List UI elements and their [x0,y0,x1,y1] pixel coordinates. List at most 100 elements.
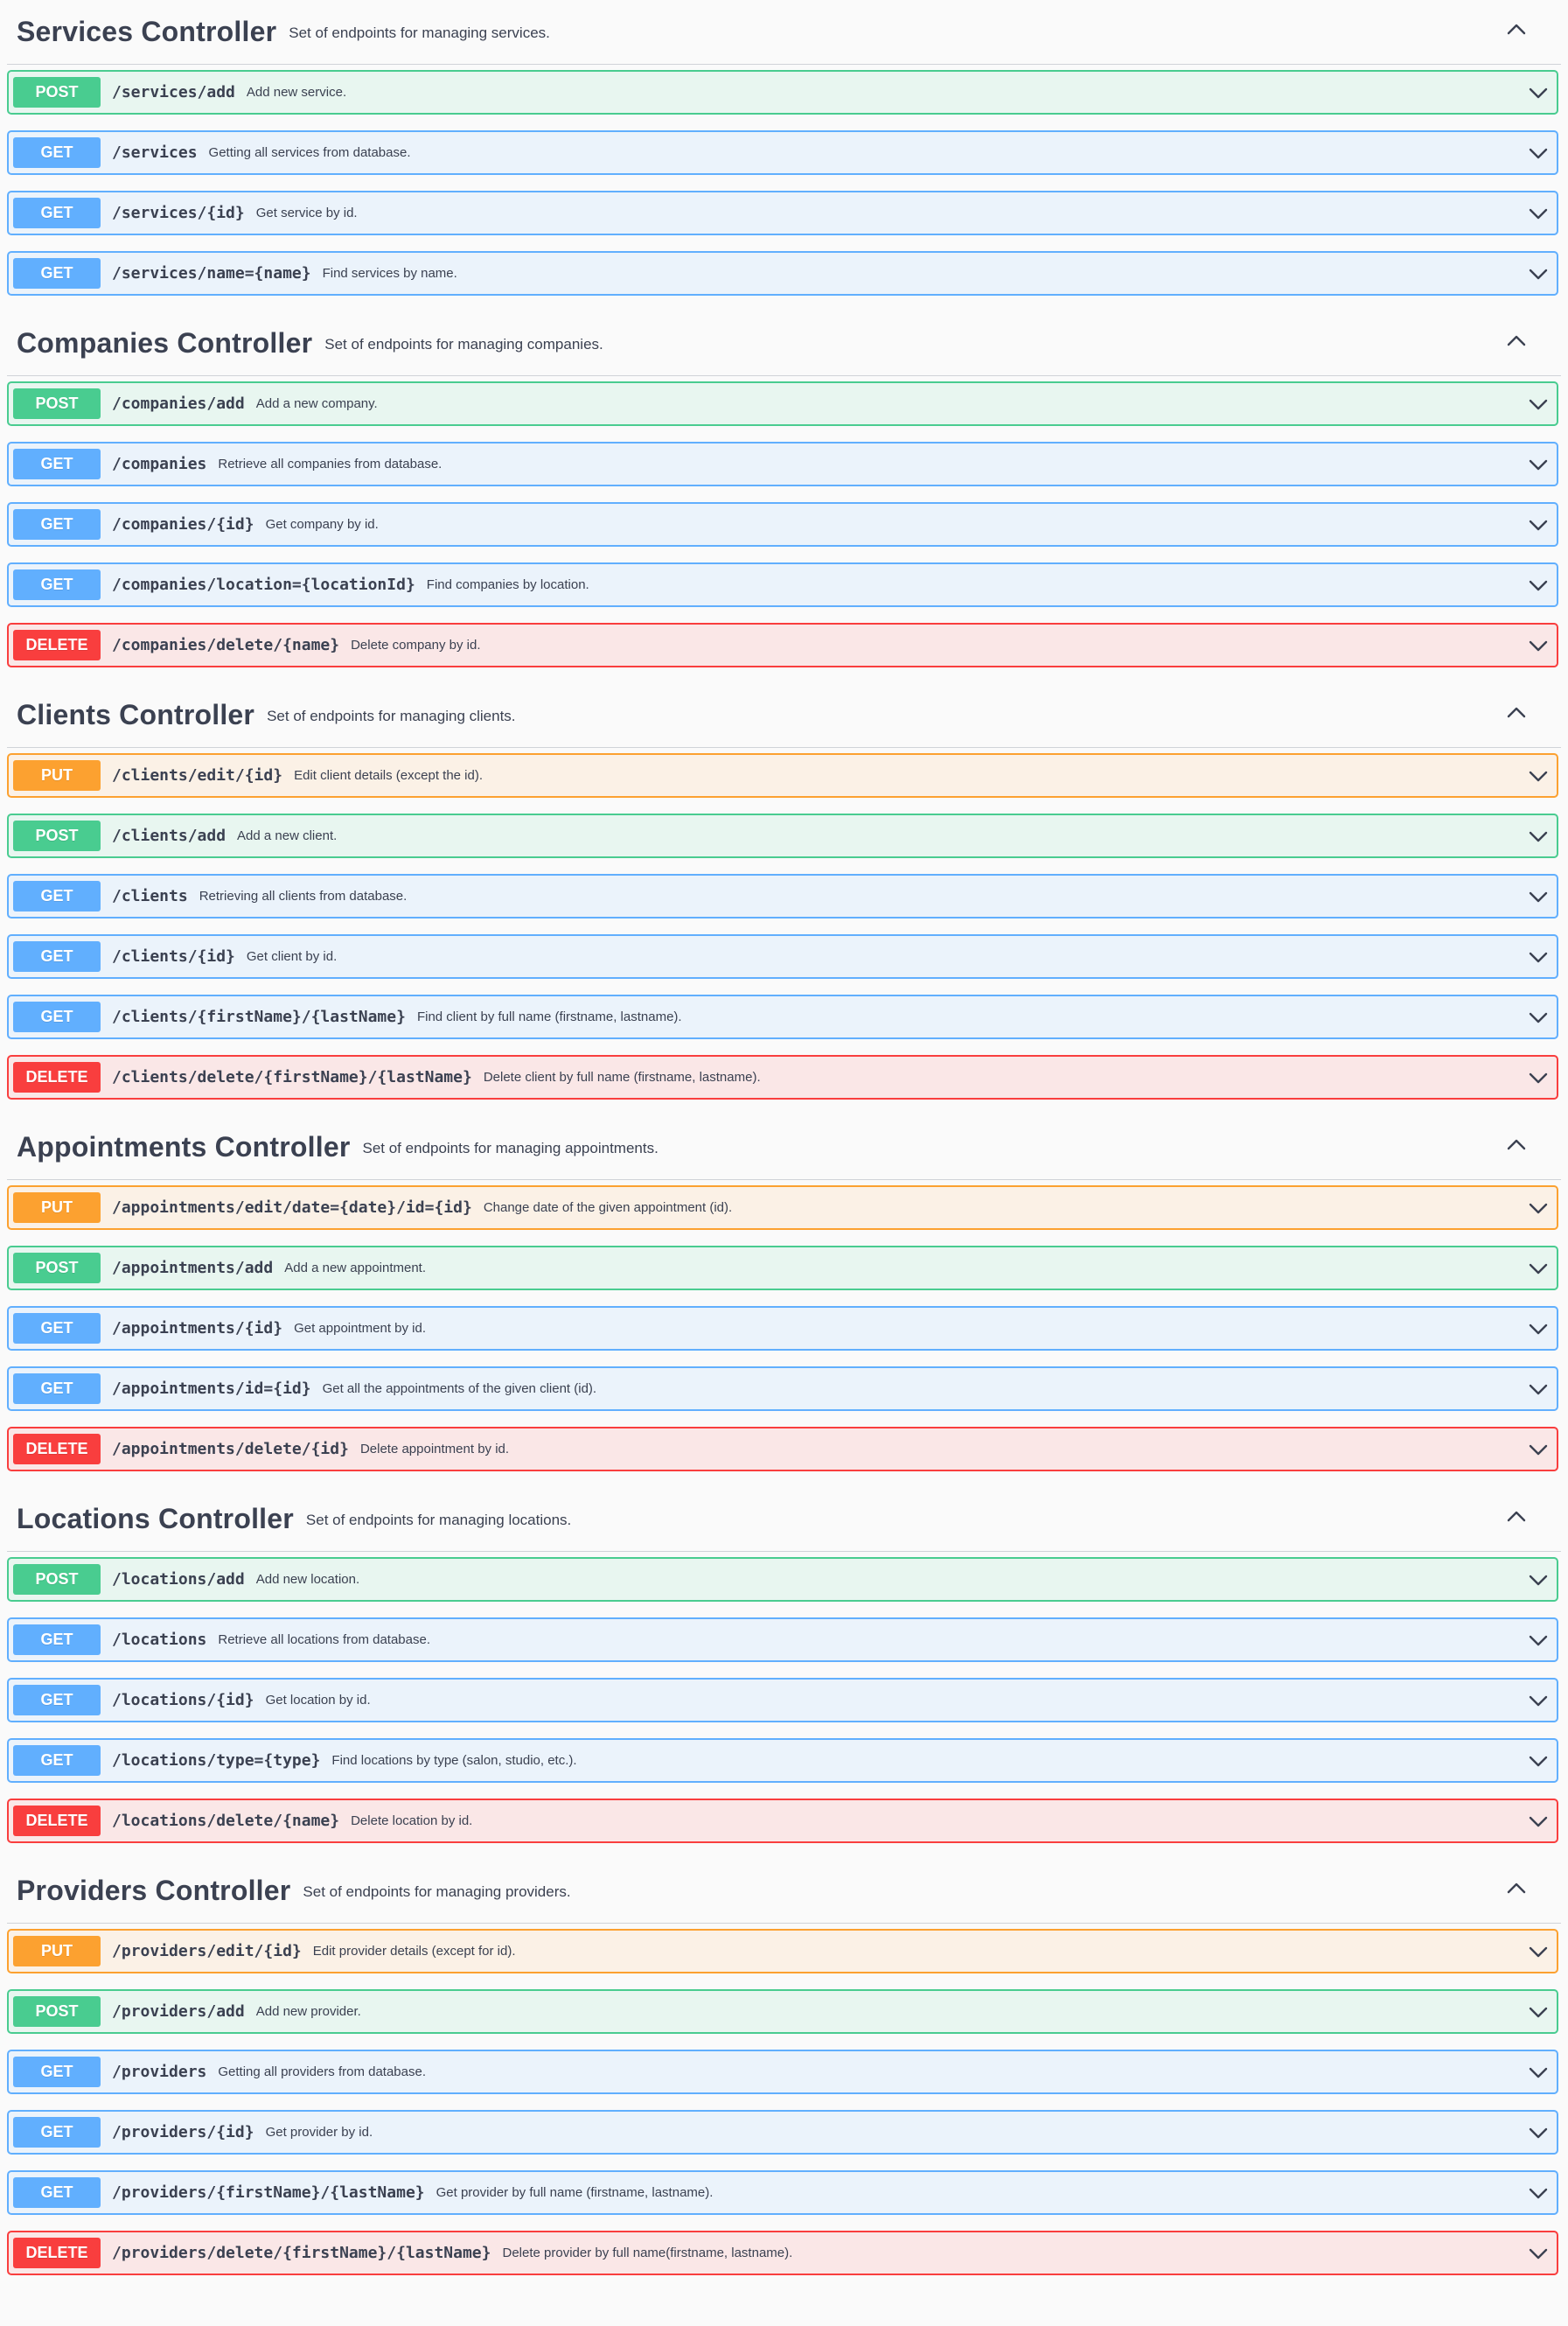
chevron-down-icon[interactable] [1527,143,1550,164]
chevron-down-icon[interactable] [1527,1318,1550,1339]
operation-row[interactable]: GET /services/{id} Get service by id. [7,191,1558,235]
operation-row[interactable]: GET /companies/{id} Get company by id. [7,502,1558,547]
chevron-down-icon[interactable] [1527,765,1550,786]
chevron-down-icon[interactable] [1527,514,1550,535]
chevron-down-icon[interactable] [1527,1439,1550,1460]
method-badge: GET [13,881,101,912]
operation-row[interactable]: POST /appointments/add Add a new appoint… [7,1246,1558,1290]
chevron-up-icon[interactable] [1502,1503,1531,1529]
operation-row[interactable]: PUT /clients/edit/{id} Edit client detai… [7,753,1558,798]
controller-header[interactable]: Locations Controller Set of endpoints fo… [7,1487,1561,1552]
operation-row[interactable]: GET /companies Retrieve all companies fr… [7,442,1558,486]
operation-path: /clients [112,887,188,905]
operation-row[interactable]: DELETE /clients/delete/{firstName}/{last… [7,1055,1558,1100]
operation-row[interactable]: GET /providers/{firstName}/{lastName} Ge… [7,2170,1558,2215]
operation-path: /appointments/edit/date={date}/id={id} [112,1198,472,1217]
chevron-down-icon[interactable] [1527,263,1550,284]
chevron-down-icon[interactable] [1527,1007,1550,1028]
operation-summary: Delete location by id. [351,1813,473,1828]
operation-path: /clients/delete/{firstName}/{lastName} [112,1068,472,1086]
operation-row[interactable]: POST /locations/add Add new location. [7,1557,1558,1602]
method-badge: POST [13,1996,101,2027]
operation-row[interactable]: GET /locations/type={type} Find location… [7,1738,1558,1783]
method-badge: DELETE [13,1806,101,1836]
chevron-down-icon[interactable] [1527,1198,1550,1219]
operation-row[interactable]: POST /clients/add Add a new client. [7,814,1558,858]
chevron-down-icon[interactable] [1527,635,1550,656]
operation-row[interactable]: GET /clients/{firstName}/{lastName} Find… [7,995,1558,1039]
operation-row[interactable]: GET /appointments/{id} Get appointment b… [7,1306,1558,1351]
operation-row[interactable]: PUT /appointments/edit/date={date}/id={i… [7,1185,1558,1230]
chevron-up-icon[interactable] [1502,16,1531,42]
chevron-down-icon[interactable] [1527,1811,1550,1832]
chevron-down-icon[interactable] [1527,1690,1550,1711]
chevron-down-icon[interactable] [1527,1258,1550,1279]
method-badge: GET [13,258,101,289]
operation-row[interactable]: GET /clients/{id} Get client by id. [7,934,1558,979]
operation-path: /providers [112,2063,207,2081]
method-badge: GET [13,1624,101,1655]
controller-header[interactable]: Companies Controller Set of endpoints fo… [7,311,1561,376]
chevron-down-icon[interactable] [1527,2122,1550,2143]
operation-row[interactable]: POST /providers/add Add new provider. [7,1989,1558,2034]
operation-path: /clients/add [112,827,226,845]
operation-row[interactable]: GET /appointments/id={id} Get all the ap… [7,1366,1558,1411]
controller-description: Set of endpoints for managing services. [289,24,550,41]
operation-row[interactable]: GET /locations Retrieve all locations fr… [7,1617,1558,1662]
chevron-down-icon[interactable] [1527,575,1550,596]
chevron-down-icon[interactable] [1527,1569,1550,1590]
method-badge: GET [13,449,101,479]
operation-row[interactable]: DELETE /providers/delete/{firstName}/{la… [7,2231,1558,2275]
chevron-up-icon[interactable] [1502,699,1531,725]
method-badge: POST [13,1253,101,1283]
operation-row[interactable]: GET /companies/location={locationId} Fin… [7,562,1558,607]
operation-row[interactable]: DELETE /appointments/delete/{id} Delete … [7,1427,1558,1471]
controller-section-2: Clients Controller Set of endpoints for … [0,683,1568,1100]
operation-row[interactable]: GET /services/name={name} Find services … [7,251,1558,296]
operation-row[interactable]: GET /services Getting all services from … [7,130,1558,175]
chevron-down-icon[interactable] [1527,826,1550,847]
chevron-down-icon[interactable] [1527,946,1550,967]
chevron-down-icon[interactable] [1527,2062,1550,2083]
operation-summary: Retrieve all locations from database. [218,1632,430,1647]
operation-row[interactable]: GET /clients Retrieving all clients from… [7,874,1558,919]
chevron-down-icon[interactable] [1527,2243,1550,2264]
operation-summary: Delete company by id. [351,638,481,653]
chevron-up-icon[interactable] [1502,1875,1531,1901]
chevron-down-icon[interactable] [1527,2001,1550,2022]
chevron-up-icon[interactable] [1502,327,1531,353]
operation-row[interactable]: GET /providers/{id} Get provider by id. [7,2110,1558,2155]
operation-row[interactable]: GET /locations/{id} Get location by id. [7,1678,1558,1722]
operation-summary: Get provider by full name (firstname, la… [436,2185,714,2200]
operation-row[interactable]: DELETE /companies/delete/{name} Delete c… [7,623,1558,667]
chevron-down-icon[interactable] [1527,203,1550,224]
chevron-down-icon[interactable] [1527,1379,1550,1400]
chevron-down-icon[interactable] [1527,886,1550,907]
chevron-down-icon[interactable] [1527,1067,1550,1088]
chevron-down-icon[interactable] [1527,1750,1550,1771]
operation-summary: Add new location. [255,1572,360,1587]
method-badge: DELETE [13,2238,101,2268]
operation-path: /appointments/add [112,1259,274,1277]
operation-path: /services/name={name} [112,264,311,283]
operation-row[interactable]: POST /services/add Add new service. [7,70,1558,115]
controller-header[interactable]: Clients Controller Set of endpoints for … [7,683,1561,748]
chevron-down-icon[interactable] [1527,1630,1550,1651]
controller-header[interactable]: Services Controller Set of endpoints for… [7,0,1561,65]
controller-title: Appointments Controller [17,1131,351,1163]
controller-header[interactable]: Appointments Controller Set of endpoints… [7,1115,1561,1180]
chevron-down-icon[interactable] [1527,454,1550,475]
operation-row[interactable]: PUT /providers/edit/{id} Edit provider d… [7,1929,1558,1973]
chevron-down-icon[interactable] [1527,82,1550,103]
controller-section-5: Providers Controller Set of endpoints fo… [0,1859,1568,2275]
chevron-down-icon[interactable] [1527,394,1550,415]
operation-row[interactable]: DELETE /locations/delete/{name} Delete l… [7,1799,1558,1843]
operation-summary: Retrieve all companies from database. [218,457,443,471]
operation-path: /clients/{firstName}/{lastName} [112,1008,406,1026]
operation-row[interactable]: POST /companies/add Add a new company. [7,381,1558,426]
controller-header[interactable]: Providers Controller Set of endpoints fo… [7,1859,1561,1924]
operation-row[interactable]: GET /providers Getting all providers fro… [7,2050,1558,2094]
chevron-down-icon[interactable] [1527,1941,1550,1962]
chevron-down-icon[interactable] [1527,2183,1550,2204]
chevron-up-icon[interactable] [1502,1131,1531,1157]
